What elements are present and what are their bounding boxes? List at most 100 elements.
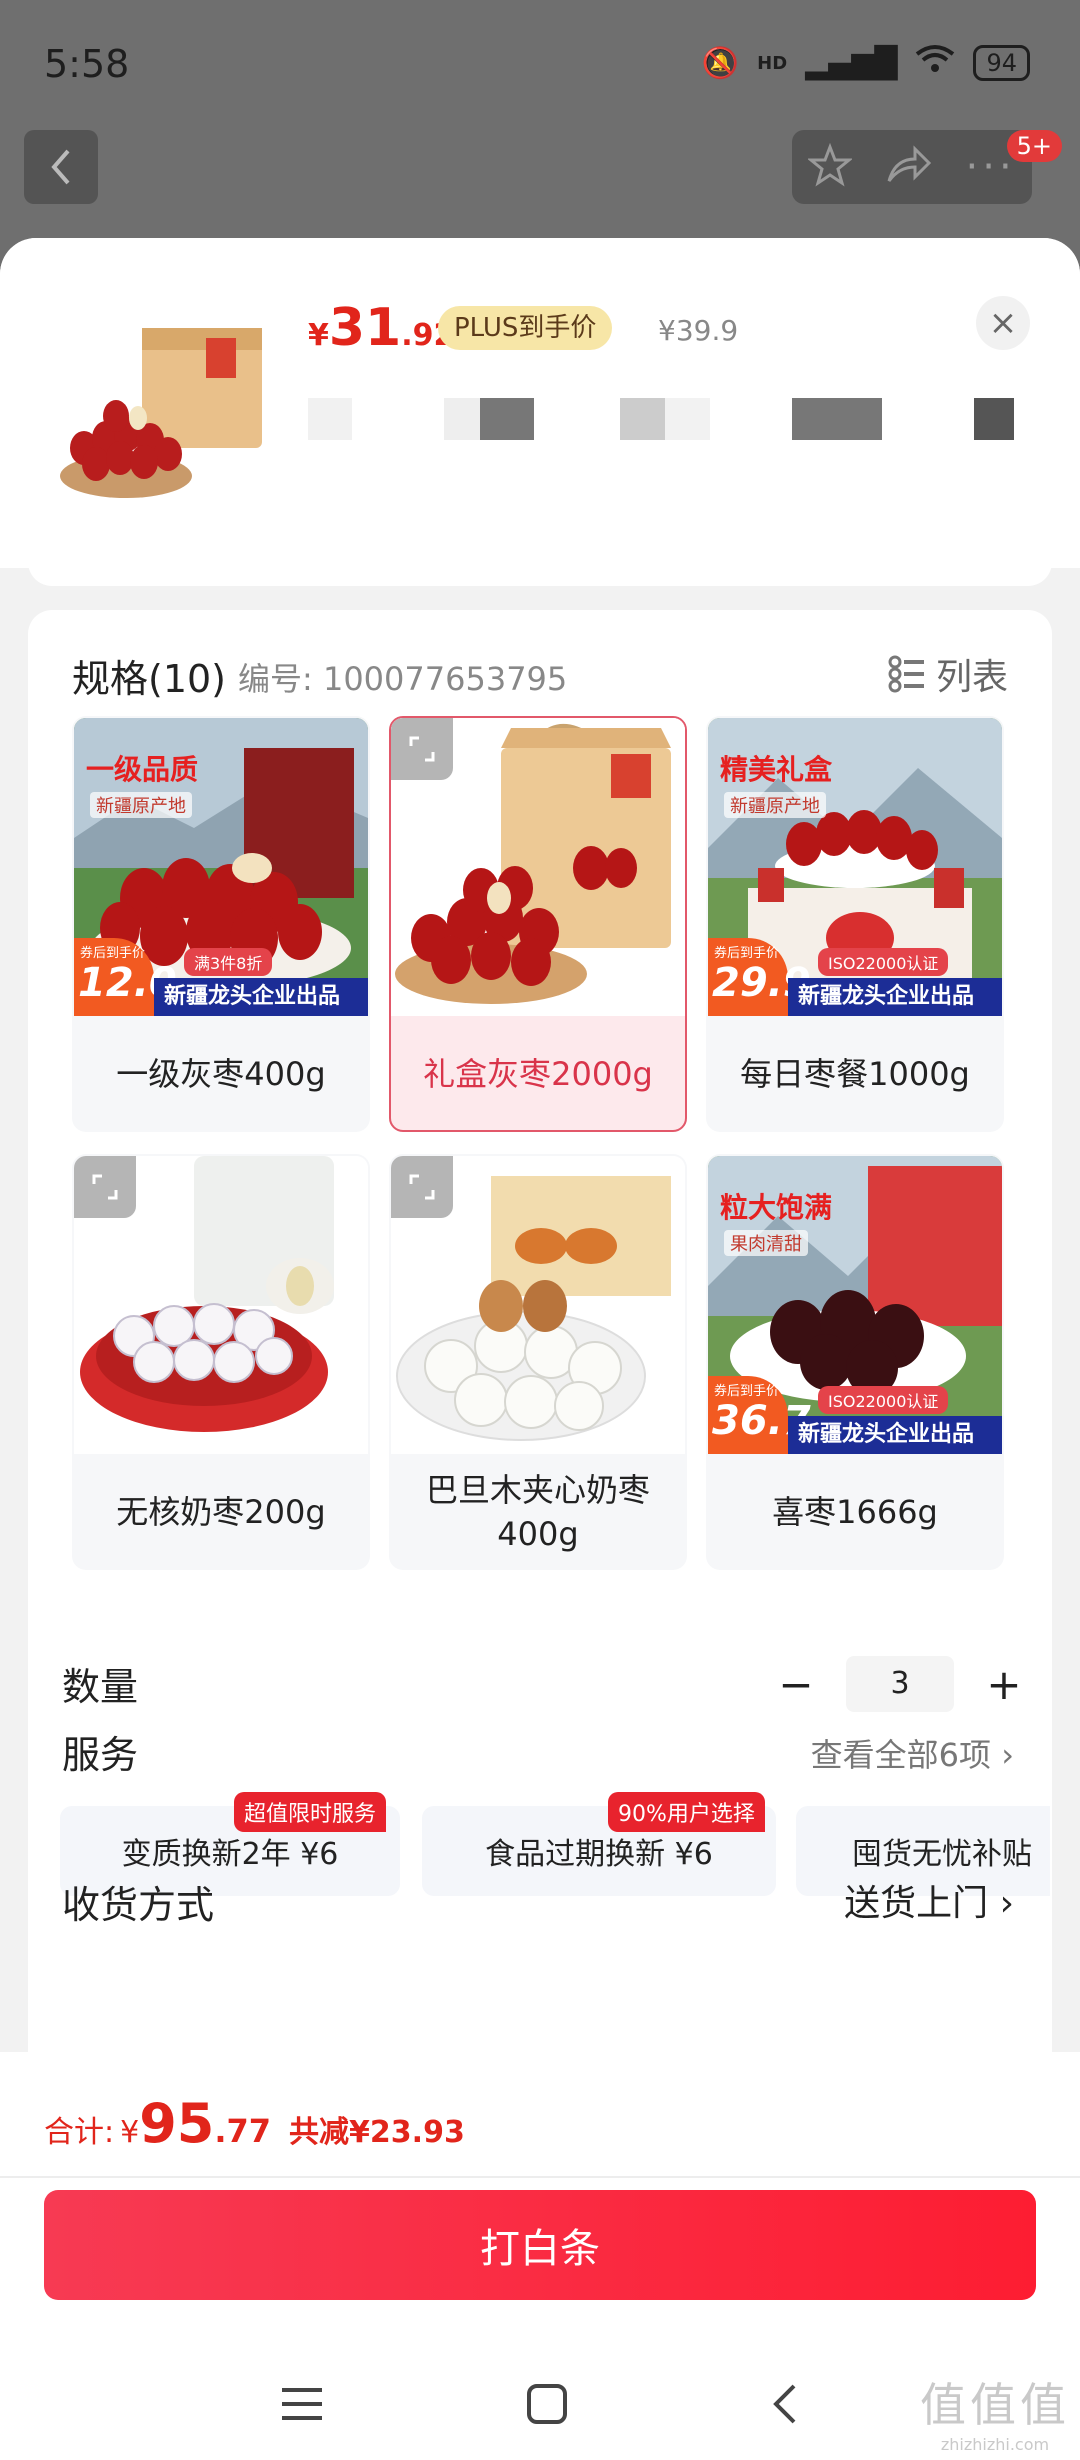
ribbon-title: 精美礼盒 — [720, 753, 833, 786]
service-chip-label: 囤货无忧补贴 — [852, 1837, 1032, 1872]
spec-image — [391, 718, 685, 1016]
decrease-button[interactable]: − — [776, 1660, 816, 1709]
service-chip-badge: 超值限时服务 — [234, 1792, 387, 1832]
spec-option-almond-milk-400g[interactable]: 巴旦木夹心奶枣400g — [389, 1154, 687, 1570]
view-all-services-link[interactable]: 查看全部6项 › — [811, 1730, 1014, 1776]
spec-image — [391, 1156, 685, 1454]
blurred-block — [444, 398, 534, 440]
ribbon-title: 一级品质 — [86, 753, 199, 786]
promo-tag: ISO22000认证 — [818, 948, 949, 976]
expand-image-button[interactable] — [74, 1156, 136, 1218]
mute-icon: 🔕 — [701, 45, 740, 81]
spec-grid: 一级品质 新疆原产地 满3件8折 券后到手价 12.0 新疆龙头企业出品 一级灰… — [72, 716, 1008, 1570]
spec-option-seedless-milk-200g[interactable]: 无核奶枣200g — [72, 1154, 370, 1570]
ribbon-subtitle: 果肉清甜 — [724, 1230, 808, 1256]
expand-icon — [409, 736, 435, 762]
quantity-label: 数量 — [62, 1665, 139, 1709]
spec-label: 每日枣餐1000g — [740, 1055, 970, 1093]
list-view-toggle[interactable]: 列表 — [888, 648, 1008, 700]
spec-label: 一级灰枣400g — [116, 1055, 326, 1093]
message-count-badge: 5+ — [1006, 130, 1062, 162]
close-icon: × — [988, 303, 1018, 343]
service-label: 服务 — [62, 1733, 139, 1777]
total-label: 合计: — [44, 2115, 115, 2150]
delivery-label: 收货方式 — [62, 1883, 215, 1927]
spec-option-daily-1000g[interactable]: 精美礼盒 新疆原产地 ISO22000认证 券后到手价 29.9 新疆龙头企业出… — [706, 716, 1004, 1132]
quantity-input[interactable]: 3 — [846, 1656, 954, 1712]
spec-label: 喜枣1666g — [772, 1493, 938, 1531]
close-button[interactable]: × — [976, 296, 1030, 350]
back-button[interactable] — [24, 130, 98, 204]
spec-image: 粒大饱满 果肉清甜 ISO22000认证 券后到手价 36.7 新疆龙头企业出品 — [708, 1156, 1002, 1454]
system-nav-bar — [0, 2352, 1080, 2460]
list-label: 列表 — [935, 657, 1008, 698]
status-icons: 🔕 HD ▂▄▆█ 94 — [702, 44, 1030, 82]
blurred-block — [974, 398, 1014, 440]
price-integer: 31 — [328, 298, 402, 358]
divider — [0, 2176, 1080, 2178]
total-currency: ¥ — [120, 2115, 140, 2150]
product-thumbnail — [56, 298, 272, 514]
service-chip-label: 变质换新2年 ¥6 — [121, 1837, 339, 1872]
list-icon — [888, 655, 924, 693]
ribbon-subtitle: 新疆原产地 — [90, 792, 192, 818]
wifi-icon — [915, 44, 955, 82]
menu-icon[interactable] — [280, 2384, 324, 2428]
blurred-block — [620, 398, 710, 440]
blurred-block — [308, 398, 352, 440]
sheet-strip — [28, 538, 1052, 586]
signal-icon: ▂▄▆█ — [805, 45, 898, 81]
expand-image-button[interactable] — [391, 1156, 453, 1218]
spec-label: 礼盒灰枣2000g — [423, 1055, 653, 1093]
price-badge: 券后到手价 29.9 — [708, 938, 811, 1016]
total-integer: 95 — [139, 2092, 215, 2155]
spec-option-xizao-1666g[interactable]: 粒大饱满 果肉清甜 ISO22000认证 券后到手价 36.7 新疆龙头企业出品… — [706, 1154, 1004, 1570]
total-price: 合计: ¥ 95 .77 共减¥23.93 — [44, 2092, 465, 2155]
back-nav-icon[interactable] — [770, 2382, 800, 2430]
spec-image: 一级品质 新疆原产地 满3件8折 券后到手价 12.0 新疆龙头企业出品 — [74, 718, 368, 1016]
brand-band: 新疆龙头企业出品 — [788, 1416, 1002, 1454]
increase-button[interactable]: + — [984, 1660, 1024, 1709]
price-badge: 券后到手价 12.0 — [74, 938, 177, 1016]
spec-label: 无核奶枣200g — [116, 1493, 326, 1531]
quantity-stepper: − 3 + — [776, 1656, 1024, 1712]
currency-symbol: ¥ — [308, 318, 329, 353]
service-chip-label: 食品过期换新 ¥6 — [485, 1837, 713, 1872]
share-icon[interactable] — [885, 143, 933, 191]
product-summary: ¥ 31 .92 PLUS到手价 ¥39.9 × — [0, 238, 1080, 568]
spec-option-grade1-400g[interactable]: 一级品质 新疆原产地 满3件8折 券后到手价 12.0 新疆龙头企业出品 一级灰… — [72, 716, 370, 1132]
battery-indicator: 94 — [973, 45, 1030, 81]
spec-label: 巴旦木夹心奶枣400g — [425, 1471, 650, 1553]
baitiao-pay-button[interactable]: 打白条 — [44, 2190, 1036, 2300]
expand-icon — [409, 1174, 435, 1200]
watermark-logo-text: 值值值 — [920, 2378, 1070, 2432]
current-price: ¥ 31 .92 — [308, 298, 454, 358]
expand-icon — [92, 1174, 118, 1200]
brand-band: 新疆龙头企业出品 — [788, 978, 1002, 1016]
back-icon — [51, 149, 70, 185]
spec-option-giftbox-2000g[interactable]: 礼盒灰枣2000g — [389, 716, 687, 1132]
page-header: ··· 5+ — [0, 110, 1080, 240]
delivery-method-selector[interactable]: 送货上门 › — [844, 1874, 1014, 1926]
watermark-url: zhizhizhi.com — [940, 2435, 1050, 2454]
expand-image-button[interactable] — [391, 718, 453, 780]
site-watermark: 值值值 zhizhizhi.com — [920, 2369, 1070, 2454]
spec-title: 规格(10) — [72, 657, 227, 701]
price-badge-label: 券后到手价 — [714, 1384, 780, 1399]
total-savings: 共减¥23.93 — [289, 2115, 465, 2150]
spec-image: 精美礼盒 新疆原产地 ISO22000认证 券后到手价 29.9 新疆龙头企业出… — [708, 718, 1002, 1016]
price-badge-label: 券后到手价 — [714, 946, 780, 961]
blurred-promotions — [308, 398, 1028, 448]
service-chip-badge: 90%用户选择 — [608, 1792, 765, 1832]
favorite-star-icon[interactable] — [807, 142, 854, 191]
status-time: 5:58 — [44, 42, 130, 86]
product-code: 编号: 100077653795 — [238, 660, 568, 698]
original-price: ¥39.9 — [658, 314, 739, 347]
price-badge: 券后到手价 36.7 — [708, 1376, 811, 1454]
plus-price-tag: PLUS到手价 — [438, 306, 613, 350]
network-label: HD — [757, 52, 788, 74]
price-badge-label: 券后到手价 — [80, 946, 146, 961]
ribbon-title: 粒大饱满 — [720, 1191, 833, 1224]
home-icon[interactable] — [525, 2382, 569, 2430]
promo-tag: ISO22000认证 — [818, 1386, 949, 1414]
